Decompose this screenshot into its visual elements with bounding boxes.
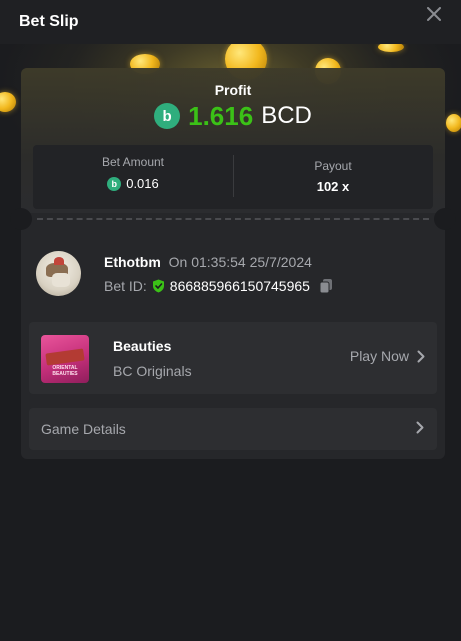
payout-stat: Payout 102 x [233,145,433,209]
thumbnail-art [45,348,85,366]
bet-stats: Bet Amount b 0.016 Payout 102 x [33,145,433,209]
profit-currency: BCD [261,102,312,129]
bet-amount-value: 0.016 [126,176,159,191]
bet-timestamp: On 01:35:54 25/7/2024 [168,254,312,270]
avatar-figure [54,257,64,265]
bet-id-value: 866885966150745965 [169,278,310,294]
play-now-label: Play Now [349,348,409,364]
game-link-row[interactable]: ORIENTAL BEAUTIES Beauties BC Originals … [29,322,437,394]
payout-label: Payout [314,159,352,173]
bcd-coin-icon: b [154,103,181,129]
game-thumbnail[interactable]: ORIENTAL BEAUTIES [41,335,89,383]
bcd-coin-icon: b [107,176,122,191]
play-now-button[interactable]: Play Now [350,348,425,364]
game-details-label: Game Details [41,421,126,437]
gold-coin-decoration [0,92,16,112]
ticket-perforation [10,208,456,230]
game-name: Beauties [113,338,172,354]
close-icon[interactable] [424,4,444,24]
avatar[interactable] [36,251,81,296]
bet-id-line: Bet ID: 866885966150745965 [104,278,334,294]
gold-coin-decoration [378,44,404,52]
profit-label: Profit [214,82,252,98]
gold-coin-decoration [446,114,461,132]
user-line: Ethotbm On 01:35:54 25/7/2024 [104,254,312,270]
ticket-notch-right [434,208,456,230]
chevron-right-icon [416,421,424,434]
bet-id-label: Bet ID: [104,278,147,294]
dashed-divider [37,218,429,220]
chevron-right-icon [417,350,425,362]
bet-amount-label: Bet Amount [101,155,165,169]
bet-user-info: Ethotbm On 01:35:54 25/7/2024 Bet ID: 86… [36,251,431,301]
ticket-notch-left [10,208,32,230]
bet-amount-value-row: b 0.016 [33,176,233,191]
game-details-row[interactable]: Game Details [29,408,437,450]
bet-amount-stat: Bet Amount b 0.016 [33,145,233,209]
page-title: Bet Slip [19,13,79,30]
copy-icon[interactable] [318,278,334,294]
profit-amount: b 1.616 BCD [21,100,445,132]
thumbnail-title: ORIENTAL BEAUTIES [52,365,78,377]
shield-check-icon [152,279,164,293]
profit-value: 1.616 [188,100,254,131]
username[interactable]: Ethotbm [104,254,161,270]
game-provider: BC Originals [113,363,192,379]
bet-slip-card: Profit b 1.616 BCD Bet Amount b 0.016 Pa… [10,68,456,459]
payout-value: 102 x [316,179,350,194]
bet-slip-header: Bet Slip [0,0,461,44]
avatar-figure [52,273,70,287]
